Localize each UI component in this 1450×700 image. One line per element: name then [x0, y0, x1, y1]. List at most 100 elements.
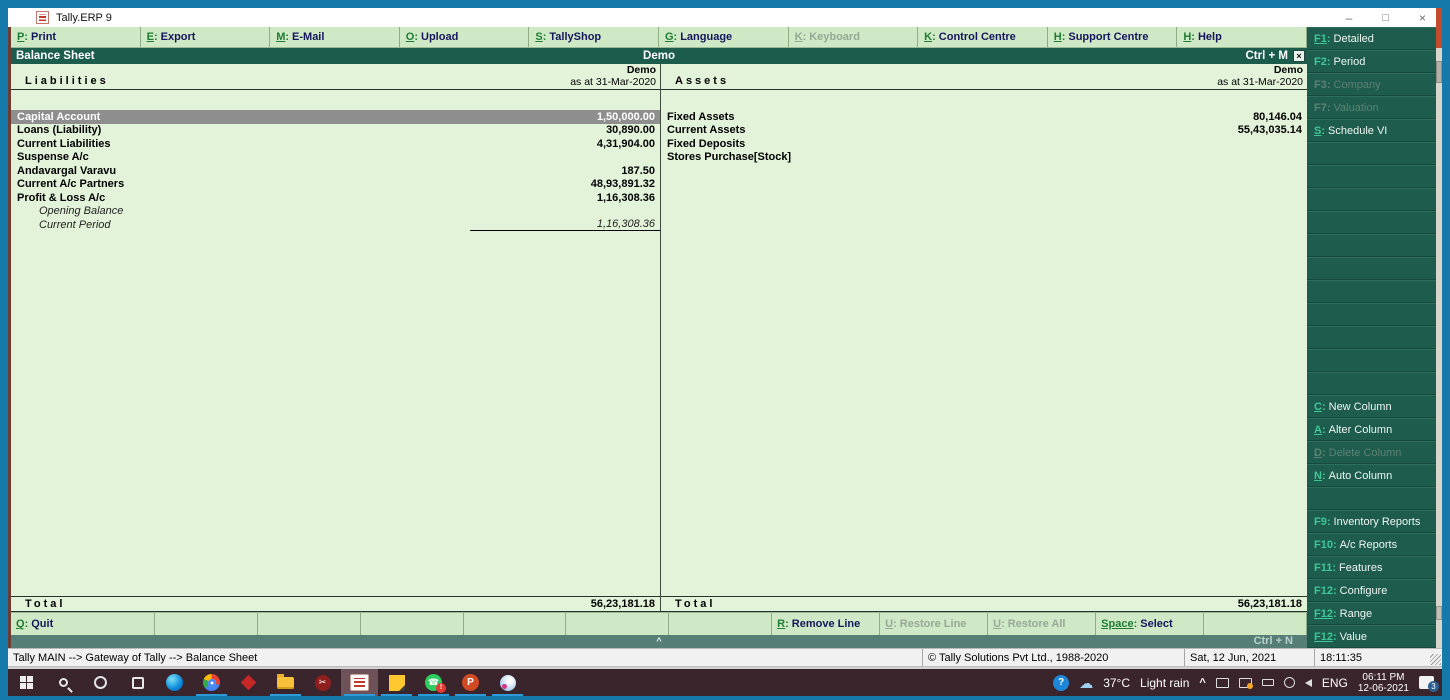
shortcut-key: U	[993, 618, 1002, 630]
ledger-row-opening-balance[interactable]: Opening Balance	[11, 205, 660, 219]
maximize-button[interactable]: □	[1382, 12, 1389, 24]
ledger-amount: 4,31,904.00	[596, 137, 655, 150]
weather-temp[interactable]: 37°C	[1103, 676, 1130, 690]
resize-grip[interactable]	[1430, 654, 1441, 665]
menu-item-help[interactable]: H: Help	[1177, 27, 1307, 47]
battery-icon[interactable]	[1261, 679, 1274, 686]
language-indicator[interactable]: ENG	[1322, 676, 1348, 690]
close-button[interactable]: ×	[1419, 12, 1426, 24]
shortcut-key: F3	[1314, 78, 1327, 91]
notification-icon[interactable]: 3	[1419, 676, 1439, 692]
button-label: Quit	[31, 618, 54, 630]
total-label: Total	[675, 598, 716, 610]
menu-item-tallyshop[interactable]: S: TallyShop	[529, 27, 659, 47]
minimize-button[interactable]: –	[1346, 12, 1353, 24]
display-cast-icon[interactable]	[1238, 677, 1253, 689]
shortcut-key: F12	[1314, 584, 1333, 597]
shortcut-key: F7	[1314, 101, 1327, 114]
ledger-row-loans-liability[interactable]: Loans (Liability) 30,890.00	[11, 124, 660, 138]
sidebar-button-detailed[interactable]: F1: Detailed	[1307, 27, 1436, 50]
media-player-icon[interactable]	[304, 669, 341, 696]
ledger-row-andavargal-varavu[interactable]: Andavargal Varavu 187.50	[11, 164, 660, 178]
ledger-row-fixed-deposits[interactable]: Fixed Deposits	[661, 137, 1307, 151]
menu-item-language[interactable]: G: Language	[659, 27, 789, 47]
sidebar-button-inventory-reports[interactable]: F9: Inventory Reports	[1307, 510, 1436, 533]
powerpoint-icon[interactable]	[452, 669, 489, 696]
liabilities-total-row: Total 56,23,181.18	[11, 596, 660, 611]
sidebar-button-new-column[interactable]: C: New Column	[1307, 395, 1436, 418]
weather-icon[interactable]: ☁	[1079, 676, 1093, 690]
search-icon[interactable]	[45, 669, 82, 696]
button-label: Configure	[1339, 584, 1388, 597]
ledger-row-fixed-assets[interactable]: Fixed Assets 80,146.04	[661, 110, 1307, 124]
ledger-amount: 187.50	[621, 164, 655, 177]
button-label: Select	[1140, 618, 1173, 630]
sidebar-button-auto-column[interactable]: N: Auto Column	[1307, 464, 1436, 487]
menu-item-export[interactable]: E: Export	[141, 27, 271, 47]
total-value: 56,23,181.18	[1237, 598, 1302, 610]
shortcut-key: N	[1314, 469, 1322, 482]
ledger-row-profit-loss-a-c[interactable]: Profit & Loss A/c 1,16,308.36	[11, 191, 660, 205]
paint-3d-icon[interactable]	[489, 669, 526, 696]
tally-icon[interactable]	[341, 669, 378, 696]
bottom-button-remove-line[interactable]: R: Remove Line	[772, 613, 881, 635]
task-view-icon[interactable]	[119, 669, 156, 696]
menu-item-support-centre[interactable]: H: Support Centre	[1048, 27, 1178, 47]
button-panel: F1: Detailed F2: Period F3: Company F7: Valuati…	[1307, 27, 1436, 648]
sidebar-button-alter-column[interactable]: A: Alter Column	[1307, 418, 1436, 441]
ledger-name: Opening Balance	[39, 205, 124, 218]
edge-icon[interactable]	[156, 669, 193, 696]
bottom-bar-empty-cell	[258, 613, 361, 635]
clock[interactable]: 06:11 PM 12-06-2021	[1358, 672, 1409, 694]
ledger-row-current-liabilities[interactable]: Current Liabilities 4,31,904.00	[11, 137, 660, 151]
sidebar-button-value[interactable]: F12: Value	[1307, 625, 1436, 648]
ledger-row-capital-account[interactable]: Capital Account 1,50,000.00	[11, 110, 660, 124]
hidden-icons-caret[interactable]: ^	[1199, 677, 1205, 689]
menu-item-e-mail[interactable]: M: E-Mail	[270, 27, 400, 47]
collapse-arrow-icon[interactable]: ^	[11, 635, 1307, 648]
menu-item-control-centre[interactable]: K: Control Centre	[918, 27, 1048, 47]
ledger-row-suspense-a-c[interactable]: Suspense A/c	[11, 151, 660, 165]
sidebar-button-period[interactable]: F2: Period	[1307, 50, 1436, 73]
volume-icon[interactable]	[1304, 678, 1312, 687]
ledger-name: Capital Account	[17, 110, 101, 123]
sticky-notes-icon[interactable]	[378, 669, 415, 696]
report-close-icon[interactable]: ×	[1293, 50, 1305, 62]
ledger-row-current-a-c-partners[interactable]: Current A/c Partners 48,93,891.32	[11, 178, 660, 192]
sidebar-scrollbar[interactable]	[1436, 27, 1442, 648]
help-icon[interactable]: ?	[1053, 674, 1070, 691]
liabilities-pane: Liabilities Demo as at 31-Mar-2020 Capit…	[11, 64, 661, 611]
anydesk-icon[interactable]	[230, 669, 267, 696]
cortana-icon[interactable]	[82, 669, 119, 696]
status-time: 18:11:35	[1314, 649, 1442, 666]
assets-pane: Assets Demo as at 31-Mar-2020 Fixed Asse…	[661, 64, 1307, 611]
sidebar-button-range[interactable]: F12: Range	[1307, 602, 1436, 625]
shortcut-key: O	[405, 31, 415, 43]
sidebar-button-features[interactable]: F11: Features	[1307, 556, 1436, 579]
button-label: Control Centre	[938, 31, 1016, 43]
network-icon[interactable]	[1283, 677, 1295, 688]
sidebar-button-schedule-vi[interactable]: S: Schedule VI	[1307, 119, 1436, 142]
chrome-icon[interactable]	[193, 669, 230, 696]
sidebar-button-company: F3: Company	[1307, 73, 1436, 96]
menu-item-upload[interactable]: O: Upload	[400, 27, 530, 47]
windows-taskbar: ? ☁ 37°C Light rain ^ ENG 06:11 PM 12-06…	[8, 669, 1442, 696]
sidebar-button-configure[interactable]: F12: Configure	[1307, 579, 1436, 602]
bottom-button-quit[interactable]: Q: Quit	[11, 613, 155, 635]
ledger-row-current-period[interactable]: Current Period 1,16,308.36	[11, 218, 660, 232]
ledger-row-current-assets[interactable]: Current Assets 55,43,035.14	[661, 124, 1307, 138]
ledger-row-stores-purchase-stock[interactable]: Stores Purchase[Stock]	[661, 151, 1307, 165]
bottom-button-select[interactable]: Space: Select	[1096, 613, 1205, 635]
weather-condition[interactable]: Light rain	[1140, 676, 1189, 690]
sidebar-empty-button	[1307, 326, 1436, 349]
start-icon[interactable]	[8, 669, 45, 696]
copyright-text: © Tally Solutions Pvt Ltd., 1988-2020	[922, 649, 1184, 666]
menu-item-print[interactable]: P: Print	[11, 27, 141, 47]
sidebar-button-a-c-reports[interactable]: F10: A/c Reports	[1307, 533, 1436, 556]
meet-now-icon[interactable]	[1215, 677, 1229, 688]
scrollbar-thumb[interactable]	[1436, 61, 1442, 83]
file-explorer-icon[interactable]	[267, 669, 304, 696]
whatsapp-icon[interactable]	[415, 669, 452, 696]
shortcut-key: E	[146, 31, 154, 43]
sidebar-button-valuation: F7: Valuation	[1307, 96, 1436, 119]
